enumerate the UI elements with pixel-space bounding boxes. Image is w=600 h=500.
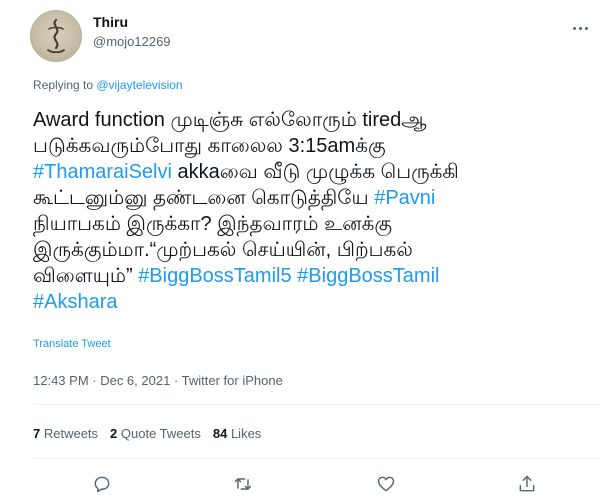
- tweet-text: Award function முடிஞ்சு எல்லோரும் tiredஆ…: [33, 107, 593, 315]
- avatar-emblem-icon: [47, 18, 65, 54]
- like-button[interactable]: [375, 473, 397, 495]
- hashtag-link[interactable]: #BiggBossTamil: [297, 265, 439, 287]
- meta-separator: ·: [170, 373, 182, 388]
- source-link[interactable]: Twitter for iPhone: [182, 373, 283, 388]
- likes-count[interactable]: 84 Likes: [213, 426, 261, 441]
- heart-icon: [377, 476, 395, 492]
- share-icon: [519, 475, 535, 492]
- more-options-button[interactable]: [566, 18, 594, 38]
- tweet-line: #ThamaraiSelvi akkaவை வீடு முழுக்க பெருக…: [33, 159, 593, 185]
- tweet-line: நியாபகம் இருக்கா? இந்தவாரம் உனக்கு: [33, 213, 393, 235]
- divider: [33, 458, 600, 459]
- retweet-icon: [234, 478, 252, 490]
- more-icon: [572, 26, 576, 30]
- avatar[interactable]: [30, 10, 82, 62]
- likes-number: 84: [212, 426, 228, 441]
- hashtag-link[interactable]: #BiggBossTamil5: [138, 265, 291, 287]
- hashtag-link[interactable]: #ThamaraiSelvi: [33, 161, 172, 183]
- replying-prefix: Replying to: [33, 78, 97, 92]
- tweet-text-fragment: கூட்டனும்னு தண்டனை கொடுத்தியே: [33, 187, 375, 209]
- engagement-stats: 7 Retweets 2 Quote Tweets 84 Likes: [33, 426, 261, 441]
- action-bar: [0, 473, 600, 497]
- tweet-line: கூட்டனும்னு தண்டனை கொடுத்தியே #Pavni: [33, 185, 593, 211]
- retweet-button[interactable]: [232, 473, 254, 495]
- tweet-text-fragment: விளையும்”: [33, 265, 139, 287]
- reply-icon: [94, 476, 110, 493]
- tweet-text-fragment: akkaவை வீடு முழுக்க பெருக்கி: [171, 161, 459, 183]
- replying-to: Replying to @vijaytelevision: [33, 78, 183, 92]
- more-icon-dot: [578, 26, 582, 30]
- tweet-line: #Akshara: [33, 289, 593, 315]
- likes-label: Likes: [227, 426, 262, 441]
- tweet-line: விளையும்” #BiggBossTamil5 #BiggBossTamil: [33, 263, 593, 289]
- retweets-count[interactable]: 7 Retweets: [33, 426, 98, 441]
- retweets-label: Retweets: [40, 426, 99, 441]
- more-icon-dot: [584, 26, 588, 30]
- timestamp-link[interactable]: 12:43 PM · Dec 6, 2021: [33, 373, 170, 388]
- tweet-line: Award function முடிஞ்சு எல்லோரும் tiredஆ: [33, 109, 427, 131]
- share-button[interactable]: [516, 473, 538, 495]
- quotes-label: Quote Tweets: [117, 426, 201, 441]
- author-handle[interactable]: @mojo12269: [93, 34, 171, 49]
- tweet-line: இருக்கும்மா.“முற்பகல் செய்யின், பிற்பகல்: [33, 239, 413, 261]
- tweet-meta: 12:43 PM · Dec 6, 2021 · Twitter for iPh…: [33, 373, 283, 388]
- hashtag-link[interactable]: #Pavni: [374, 187, 435, 209]
- replying-mention-link[interactable]: @vijaytelevision: [96, 78, 182, 92]
- reply-button[interactable]: [91, 473, 113, 495]
- hashtag-link[interactable]: #Akshara: [33, 291, 118, 313]
- tweet-card: Thiru @mojo12269 Replying to @vijaytelev…: [0, 0, 600, 500]
- quote-tweets-count[interactable]: 2 Quote Tweets: [110, 426, 201, 441]
- author-display-name[interactable]: Thiru: [93, 14, 128, 30]
- divider: [33, 404, 600, 405]
- translate-tweet-link[interactable]: Translate Tweet: [33, 338, 111, 350]
- tweet-line: படுக்கவரும்போது காலைல 3:15amக்கு: [33, 135, 386, 157]
